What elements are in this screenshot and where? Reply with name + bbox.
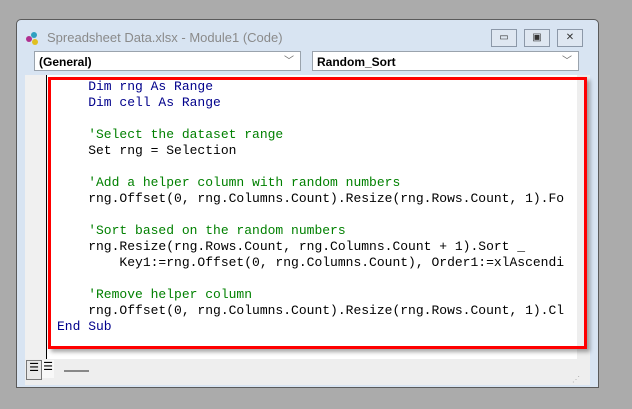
- procedure-dropdown[interactable]: Random_Sort ﹀: [312, 51, 579, 71]
- object-dropdown-value: (General): [39, 55, 92, 69]
- vba-app-icon: [26, 32, 38, 45]
- chevron-down-icon: ﹀: [562, 56, 572, 67]
- restore-button[interactable]: ▣: [524, 29, 550, 47]
- window-title: Spreadsheet Data.xlsx - Module1 (Code): [47, 30, 283, 45]
- minimize-button[interactable]: ▭: [491, 29, 517, 47]
- object-dropdown[interactable]: (General) ﹀: [34, 51, 301, 71]
- procedure-view-button[interactable]: ☰: [26, 360, 42, 380]
- resize-grip-icon[interactable]: ⋰: [572, 375, 580, 384]
- chevron-down-icon: ﹀: [284, 56, 294, 67]
- bottom-bar: ☰ ☰ ⋰: [25, 359, 590, 385]
- close-button[interactable]: ✕: [557, 29, 583, 47]
- horizontal-scrollbar-thumb[interactable]: [64, 370, 89, 372]
- procedure-dropdown-value: Random_Sort: [317, 55, 396, 69]
- margin-indicator-bar[interactable]: [25, 75, 47, 360]
- highlight-box: [48, 77, 587, 349]
- full-module-view-button[interactable]: ☰: [42, 360, 54, 378]
